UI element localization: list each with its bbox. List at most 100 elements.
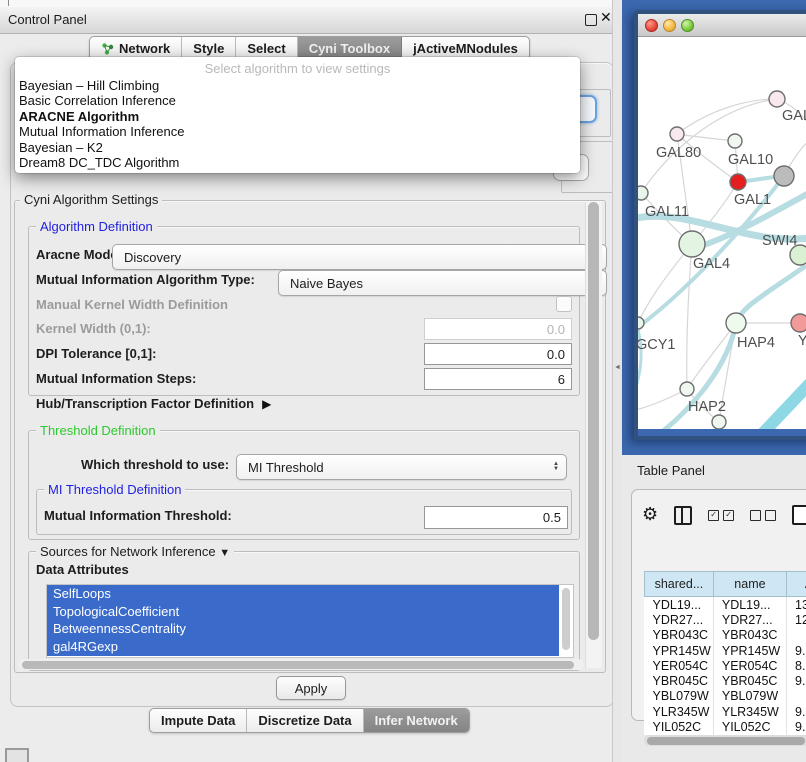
table-row[interactable]: YIL052CYIL052C9. bbox=[645, 719, 806, 734]
kernel-width-field[interactable]: 0.0 bbox=[424, 318, 572, 340]
dpi-tolerance-field[interactable]: 0.0 bbox=[424, 343, 572, 365]
table-cell[interactable]: 9. bbox=[787, 643, 806, 658]
attribute-item-gal4rgexp[interactable]: gal4RGexp bbox=[47, 638, 559, 656]
settings-horizontal-scrollbar[interactable] bbox=[18, 659, 584, 670]
table-cell[interactable]: YBR045C bbox=[713, 673, 786, 688]
mi-threshold-field[interactable]: 0.5 bbox=[424, 506, 568, 529]
table-cell[interactable]: YDL19... bbox=[713, 597, 786, 613]
algorithm-option-dream8-dc-tdc-algorithm[interactable]: Dream8 DC_TDC Algorithm bbox=[18, 155, 577, 170]
attribute-item-betweennesscentrality[interactable]: BetweennessCentrality bbox=[47, 620, 559, 638]
table-row[interactable]: YBL079WYBL079W bbox=[645, 689, 806, 704]
algorithm-option-basic-correlation-inference[interactable]: Basic Correlation Inference bbox=[18, 93, 577, 108]
settings-vertical-scrollbar[interactable] bbox=[585, 202, 602, 668]
algorithm-option-bayesian-hill-climbing[interactable]: Bayesian – Hill Climbing bbox=[18, 78, 577, 93]
table-cell[interactable]: YDR27... bbox=[713, 612, 786, 627]
mi-steps-field[interactable]: 6 bbox=[424, 368, 572, 390]
table-cell[interactable]: 9. bbox=[787, 719, 806, 734]
node-unlabeled[interactable] bbox=[774, 166, 794, 186]
divider-collapse-icon[interactable]: ◄ bbox=[614, 364, 621, 371]
minimized-panel-icon[interactable] bbox=[5, 748, 29, 762]
table-row[interactable]: YDR27...YDR27...12 bbox=[645, 612, 806, 627]
table-cell[interactable]: YPR145W bbox=[645, 643, 714, 658]
tab-discretize-data[interactable]: Discretize Data bbox=[247, 709, 363, 732]
hub-definition-toggle[interactable]: Hub/Transcription Factor Definition▶ bbox=[36, 396, 271, 411]
column-header-a[interactable]: A bbox=[787, 572, 806, 597]
network-edge[interactable] bbox=[638, 244, 692, 323]
network-edge[interactable] bbox=[638, 389, 687, 411]
network-canvas[interactable]: GALGAL80GAL10GAL1GAL11GAL4SWI4GCY1HAP4YH… bbox=[638, 37, 806, 429]
deselect-all-icon[interactable] bbox=[750, 510, 776, 521]
network-edge[interactable] bbox=[763, 377, 806, 429]
table-cell[interactable]: YBR043C bbox=[713, 628, 786, 643]
attribute-item-selfloops[interactable]: SelfLoops bbox=[47, 585, 559, 603]
close-button[interactable] bbox=[645, 19, 658, 32]
mi-type-combo[interactable]: Naive Bayes ▲▼ bbox=[278, 270, 607, 296]
table-cell[interactable]: 9. bbox=[787, 704, 806, 719]
network-edge[interactable] bbox=[687, 244, 692, 389]
node-gal11[interactable] bbox=[638, 186, 648, 200]
manual-kernel-checkbox[interactable] bbox=[556, 296, 572, 312]
table-cell[interactable]: YBL079W bbox=[645, 689, 714, 704]
table-cell[interactable]: YIL052C bbox=[645, 719, 714, 734]
zoom-button[interactable] bbox=[681, 19, 694, 32]
minimize-button[interactable] bbox=[663, 19, 676, 32]
columns-icon[interactable] bbox=[674, 506, 692, 525]
network-edge[interactable] bbox=[677, 134, 735, 141]
column-header-shared[interactable]: shared... bbox=[645, 572, 714, 597]
attribute-item-topologicalcoefficient[interactable]: TopologicalCoefficient bbox=[47, 603, 559, 621]
table-cell[interactable]: YBR045C bbox=[645, 673, 714, 688]
table-cell[interactable]: YER054C bbox=[645, 658, 714, 673]
tab-impute-data[interactable]: Impute Data bbox=[150, 709, 247, 732]
table-horizontal-scrollbar[interactable] bbox=[644, 735, 806, 746]
table-cell[interactable]: 13 bbox=[787, 597, 806, 613]
select-all-icon[interactable]: ✓✓ bbox=[708, 510, 734, 521]
table-row[interactable]: YPR145WYPR145W9. bbox=[645, 643, 806, 658]
node-gcy1[interactable] bbox=[638, 317, 644, 329]
node-gal80[interactable] bbox=[670, 127, 684, 141]
table-hscroll-thumb[interactable] bbox=[647, 737, 805, 745]
table-cell[interactable]: YPR145W bbox=[713, 643, 786, 658]
node-gal1[interactable] bbox=[730, 174, 746, 190]
column-header-name[interactable]: name bbox=[713, 572, 786, 597]
hscroll-thumb[interactable] bbox=[22, 661, 574, 669]
table-cell[interactable]: YER054C bbox=[713, 658, 786, 673]
table-cell[interactable] bbox=[787, 689, 806, 704]
table-cell[interactable]: YBR043C bbox=[645, 628, 714, 643]
table-row[interactable]: YDL19...YDL19...13 bbox=[645, 597, 806, 613]
which-threshold-combo[interactable]: MI Threshold ▲▼ bbox=[236, 454, 567, 480]
table-row[interactable]: YBR043CYBR043C bbox=[645, 628, 806, 643]
network-view-window[interactable]: GALGAL80GAL10GAL1GAL11GAL4SWI4GCY1HAP4YH… bbox=[634, 10, 806, 440]
table-cell[interactable]: YBL079W bbox=[713, 689, 786, 704]
attribute-list-scrollbar[interactable] bbox=[562, 588, 570, 650]
node-unlabeled[interactable] bbox=[712, 415, 726, 429]
table-row[interactable]: YBR045CYBR045C9. bbox=[645, 673, 806, 688]
node-hap4[interactable] bbox=[726, 313, 746, 333]
close-panel-icon[interactable]: ✕ bbox=[600, 9, 612, 26]
vscroll-thumb[interactable] bbox=[588, 202, 599, 640]
node-y[interactable] bbox=[791, 314, 806, 332]
table-cell[interactable] bbox=[787, 628, 806, 643]
table-row[interactable]: YER054CYER054C8. bbox=[645, 658, 806, 673]
table-cell[interactable]: YDL19... bbox=[645, 597, 714, 613]
node-hap2[interactable] bbox=[680, 382, 694, 396]
table-cell[interactable]: YLR345W bbox=[645, 704, 714, 719]
collapse-down-icon[interactable]: ▼ bbox=[219, 547, 230, 559]
table-cell[interactable]: 9. bbox=[787, 673, 806, 688]
table-cell[interactable]: YLR345W bbox=[713, 704, 786, 719]
node-gal[interactable] bbox=[769, 91, 785, 107]
node-gal4[interactable] bbox=[679, 231, 705, 257]
table-cell[interactable]: 12 bbox=[787, 612, 806, 627]
algorithm-option-aracne-algorithm[interactable]: ARACNE Algorithm bbox=[18, 109, 577, 124]
tab-infer-network[interactable]: Infer Network bbox=[364, 709, 469, 732]
algorithm-option-bayesian-k2[interactable]: Bayesian – K2 bbox=[18, 140, 577, 155]
table-cell[interactable]: YIL052C bbox=[713, 719, 786, 734]
aracne-mode-combo[interactable]: Discovery ▲▼ bbox=[112, 244, 607, 270]
function-builder-icon[interactable] bbox=[792, 505, 806, 525]
node-gal10[interactable] bbox=[728, 134, 742, 148]
table-cell[interactable]: YDR27... bbox=[645, 612, 714, 627]
float-panel-icon[interactable] bbox=[585, 14, 597, 26]
table-cell[interactable]: 8. bbox=[787, 658, 806, 673]
table-row[interactable]: YLR345WYLR345W9. bbox=[645, 704, 806, 719]
gear-icon[interactable]: ⚙ bbox=[642, 506, 658, 524]
algorithm-option-mutual-information-inference[interactable]: Mutual Information Inference bbox=[18, 124, 577, 139]
